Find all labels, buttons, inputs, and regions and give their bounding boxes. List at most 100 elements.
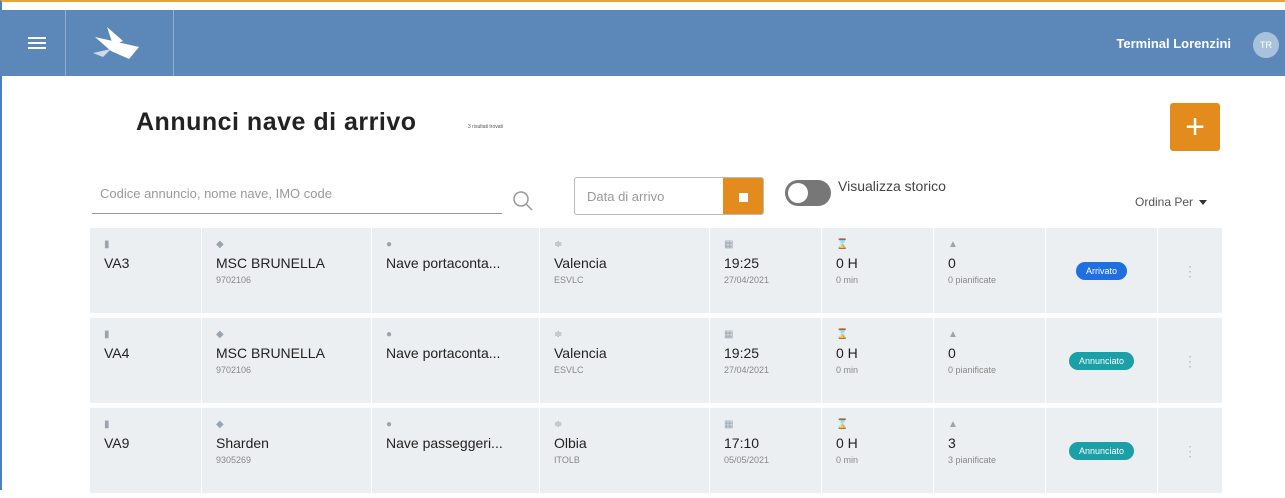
- plus-icon: +: [1185, 108, 1205, 146]
- cell-duration_min: 0 min: [836, 365, 859, 375]
- cell-port: Olbia: [554, 435, 587, 451]
- hourglass-icon: ⌛: [836, 239, 849, 250]
- row-cell-status: Annunciato: [1046, 318, 1158, 403]
- info-icon: ●: [386, 329, 393, 340]
- row-cell-count: ▲ 0 0 pianificate: [934, 228, 1046, 313]
- arrival-date-input[interactable]: Data di arrivo: [587, 189, 664, 204]
- port-icon: ≑: [554, 419, 563, 430]
- calendar-button[interactable]: [723, 178, 763, 214]
- ship-icon: ▮: [104, 329, 110, 340]
- sort-dropdown[interactable]: Ordina Per: [1135, 195, 1208, 209]
- cell-type: Nave passeggeri...: [386, 435, 503, 451]
- terminal-name[interactable]: Terminal Lorenzini: [1116, 36, 1231, 51]
- row-cell-status: Arrivato: [1046, 228, 1158, 313]
- more-options-icon[interactable]: ⋮: [1183, 264, 1197, 278]
- cell-duration: 0 H: [836, 435, 858, 451]
- row-cell-count: ▲ 0 0 pianificate: [934, 318, 1046, 403]
- status-badge: Annunciato: [1068, 351, 1135, 370]
- cell-imo: 9702106: [216, 275, 252, 285]
- sort-label: Ordina Per: [1135, 195, 1194, 209]
- row-cell-type: ● Nave portaconta...: [372, 318, 540, 403]
- crane-icon: ▲: [948, 419, 958, 430]
- table-row[interactable]: ▮ VA4 ◆ MSC BRUNELLA 9702106 ● Nave portaconta…: [90, 318, 1222, 403]
- crane-icon: ▲: [948, 239, 958, 250]
- row-cell-code: ▮ VA4: [90, 318, 202, 403]
- info-icon: ●: [386, 419, 393, 430]
- cell-port_code: ITOLB: [554, 455, 580, 465]
- row-cell-code: ▮ VA3: [90, 228, 202, 313]
- announcement-list: ▮ VA3 ◆ MSC BRUNELLA 9702106 ● Nave portaconta…: [90, 228, 1222, 498]
- cell-time: 19:25: [724, 255, 760, 271]
- ship-icon: ▮: [104, 239, 110, 250]
- cell-duration: 0 H: [836, 255, 858, 271]
- cell-planned: 0 pianificate: [948, 275, 997, 285]
- cell-ship: MSC BRUNELLA: [216, 255, 325, 271]
- port-icon: ≑: [554, 239, 563, 250]
- results-count: 3 risultati trovati: [468, 124, 504, 130]
- row-actions: ⋮: [1158, 228, 1222, 313]
- row-actions: ⋮: [1158, 318, 1222, 403]
- cell-date: 27/04/2021: [724, 275, 770, 285]
- status-badge: Arrivato: [1075, 261, 1127, 280]
- crane-icon: ▲: [948, 329, 958, 340]
- calendar-icon: ▦: [724, 239, 734, 250]
- cell-planned: 3 pianificate: [948, 455, 997, 465]
- row-cell-code: ▮ VA9: [90, 408, 202, 493]
- ship-icon: ▮: [104, 419, 110, 430]
- row-cell-duration: ⌛ 0 H 0 min: [822, 318, 934, 403]
- page-title: Annunci nave di arrivo: [136, 108, 417, 136]
- user-icon: ◆: [216, 419, 224, 430]
- row-cell-duration: ⌛ 0 H 0 min: [822, 408, 934, 493]
- cell-ship: Sharden: [216, 435, 269, 451]
- cell-duration_min: 0 min: [836, 455, 859, 465]
- more-options-icon[interactable]: ⋮: [1183, 354, 1197, 368]
- cell-code: VA9: [104, 435, 130, 451]
- row-cell-ship: ◆ Sharden 9305269: [202, 408, 372, 493]
- row-cell-port: ≑ Valencia ESVLC: [540, 318, 710, 403]
- table-row[interactable]: ▮ VA3 ◆ MSC BRUNELLA 9702106 ● Nave portaconta…: [90, 228, 1222, 313]
- history-toggle-label: Visualizza storico: [838, 178, 946, 194]
- add-announcement-button[interactable]: +: [1170, 103, 1220, 151]
- cell-port: Valencia: [554, 255, 607, 271]
- cell-imo: 9305269: [216, 455, 252, 465]
- port-icon: ≑: [554, 329, 563, 340]
- status-badge: Annunciato: [1068, 441, 1135, 460]
- row-cell-time: ▦ 17:10 05/05/2021: [710, 408, 822, 493]
- cell-duration_min: 0 min: [836, 275, 859, 285]
- user-icon: ◆: [216, 239, 224, 250]
- cell-code: VA3: [104, 255, 130, 271]
- cell-count: 3: [948, 435, 956, 451]
- cell-count: 0: [948, 255, 956, 271]
- chevron-down-icon: [1199, 200, 1208, 206]
- search-field: [92, 178, 502, 214]
- row-cell-ship: ◆ MSC BRUNELLA 9702106: [202, 228, 372, 313]
- search-input[interactable]: [100, 186, 480, 201]
- cell-duration: 0 H: [836, 345, 858, 361]
- more-options-icon[interactable]: ⋮: [1183, 444, 1197, 458]
- cell-time: 19:25: [724, 345, 760, 361]
- cell-type: Nave portaconta...: [386, 345, 501, 361]
- top-bar: Terminal Lorenzini TR: [0, 10, 1285, 76]
- row-actions: ⋮: [1158, 408, 1222, 493]
- app-logo[interactable]: [66, 10, 174, 76]
- cell-port_code: ESVLC: [554, 275, 584, 285]
- avatar[interactable]: TR: [1253, 32, 1279, 58]
- search-icon[interactable]: [512, 190, 534, 212]
- arrival-date-field[interactable]: Data di arrivo: [574, 177, 764, 215]
- cell-port: Valencia: [554, 345, 607, 361]
- row-cell-count: ▲ 3 3 pianificate: [934, 408, 1046, 493]
- calendar-icon: ▦: [724, 419, 734, 430]
- table-row[interactable]: ▮ VA9 ◆ Sharden 9305269 ● Nave passeggeri... ≑ O…: [90, 408, 1222, 493]
- row-cell-type: ● Nave passeggeri...: [372, 408, 540, 493]
- history-toggle[interactable]: [785, 180, 831, 206]
- calendar-icon: [738, 192, 748, 202]
- row-cell-time: ▦ 19:25 27/04/2021: [710, 228, 822, 313]
- row-cell-time: ▦ 19:25 27/04/2021: [710, 318, 822, 403]
- hourglass-icon: ⌛: [836, 419, 849, 430]
- cell-code: VA4: [104, 345, 130, 361]
- cell-date: 27/04/2021: [724, 365, 770, 375]
- row-cell-port: ≑ Olbia ITOLB: [540, 408, 710, 493]
- cell-imo: 9702106: [216, 365, 252, 375]
- hamburger-menu-icon[interactable]: [8, 10, 66, 76]
- row-cell-type: ● Nave portaconta...: [372, 228, 540, 313]
